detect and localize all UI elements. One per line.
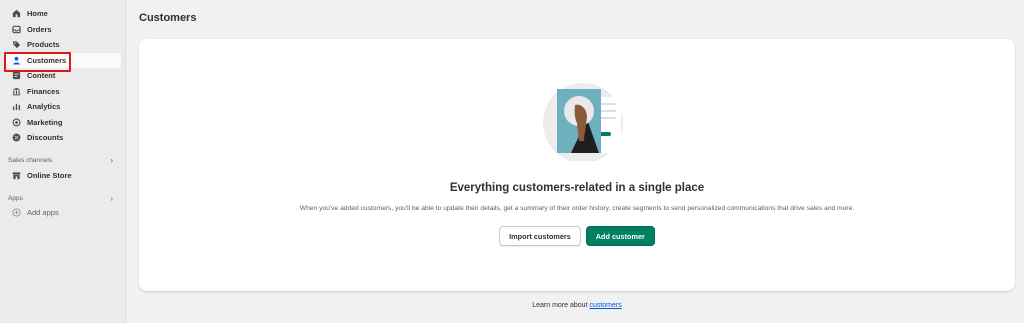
- sidebar-item-label: Finances: [27, 86, 60, 96]
- store-icon: [12, 171, 21, 180]
- sidebar-item-label: Discounts: [27, 133, 64, 143]
- home-icon: [12, 9, 21, 18]
- plus-icon: [12, 208, 21, 217]
- tag-icon: [12, 40, 21, 49]
- sidebar-item-label: Online Store: [27, 170, 72, 180]
- bank-icon: [12, 87, 21, 96]
- inbox-icon: [12, 25, 21, 34]
- add-apps-label: Add apps: [27, 208, 59, 218]
- customers-illustration: [539, 81, 629, 163]
- apps-header[interactable]: Apps ›: [0, 191, 125, 205]
- learn-more-prefix: Learn more about: [532, 302, 590, 309]
- sidebar-item-label: Home: [27, 9, 48, 19]
- sales-channels-header[interactable]: Sales channels ›: [0, 154, 125, 168]
- sidebar-item-label: Products: [27, 40, 60, 50]
- add-customer-button[interactable]: Add customer: [585, 226, 655, 246]
- main-content: Customers Everything customers-related i…: [126, 0, 1024, 323]
- learn-more-customers-link[interactable]: customers: [589, 302, 621, 309]
- learn-more-text: Learn more about customers: [126, 302, 1024, 309]
- sidebar-item-label: Customers: [27, 55, 67, 65]
- import-customers-button[interactable]: Import customers: [499, 226, 581, 246]
- content-icon: [12, 71, 21, 80]
- sidebar-item-discounts[interactable]: Discounts: [4, 130, 121, 146]
- chevron-right-icon: ›: [110, 156, 113, 165]
- sidebar-item-products[interactable]: Products: [4, 37, 121, 53]
- empty-state-actions: Import customers Add customer: [139, 226, 1015, 246]
- chevron-right-icon: ›: [110, 193, 113, 203]
- add-apps-button[interactable]: Add apps: [4, 205, 121, 221]
- sidebar-item-label: Content: [27, 71, 56, 81]
- sidebar-item-customers[interactable]: Customers: [4, 51, 121, 71]
- sidebar: Home Orders Products Customers Content F…: [0, 0, 126, 323]
- empty-state-description: When you've added customers, you'll be a…: [299, 205, 855, 212]
- discount-icon: [12, 133, 21, 142]
- empty-state-card: Everything customers-related in a single…: [139, 39, 1015, 291]
- empty-state-heading: Everything customers-related in a single…: [449, 182, 705, 194]
- person-icon: [12, 56, 21, 65]
- sidebar-item-analytics[interactable]: Analytics: [4, 99, 121, 115]
- page-title: Customers: [139, 12, 197, 24]
- sidebar-item-content[interactable]: Content: [4, 68, 121, 84]
- sidebar-item-orders[interactable]: Orders: [4, 22, 121, 38]
- sidebar-item-label: Orders: [27, 24, 52, 34]
- sidebar-item-label: Marketing: [27, 117, 63, 127]
- apps-label: Apps: [8, 194, 23, 202]
- target-icon: [12, 118, 21, 127]
- sales-channels-label: Sales channels: [8, 157, 53, 164]
- sidebar-item-online-store[interactable]: Online Store: [4, 168, 121, 184]
- sidebar-item-finances[interactable]: Finances: [4, 84, 121, 100]
- sidebar-item-home[interactable]: Home: [4, 6, 121, 22]
- bar-chart-icon: [12, 102, 21, 111]
- sidebar-item-marketing[interactable]: Marketing: [4, 115, 121, 131]
- sidebar-item-label: Analytics: [27, 102, 61, 112]
